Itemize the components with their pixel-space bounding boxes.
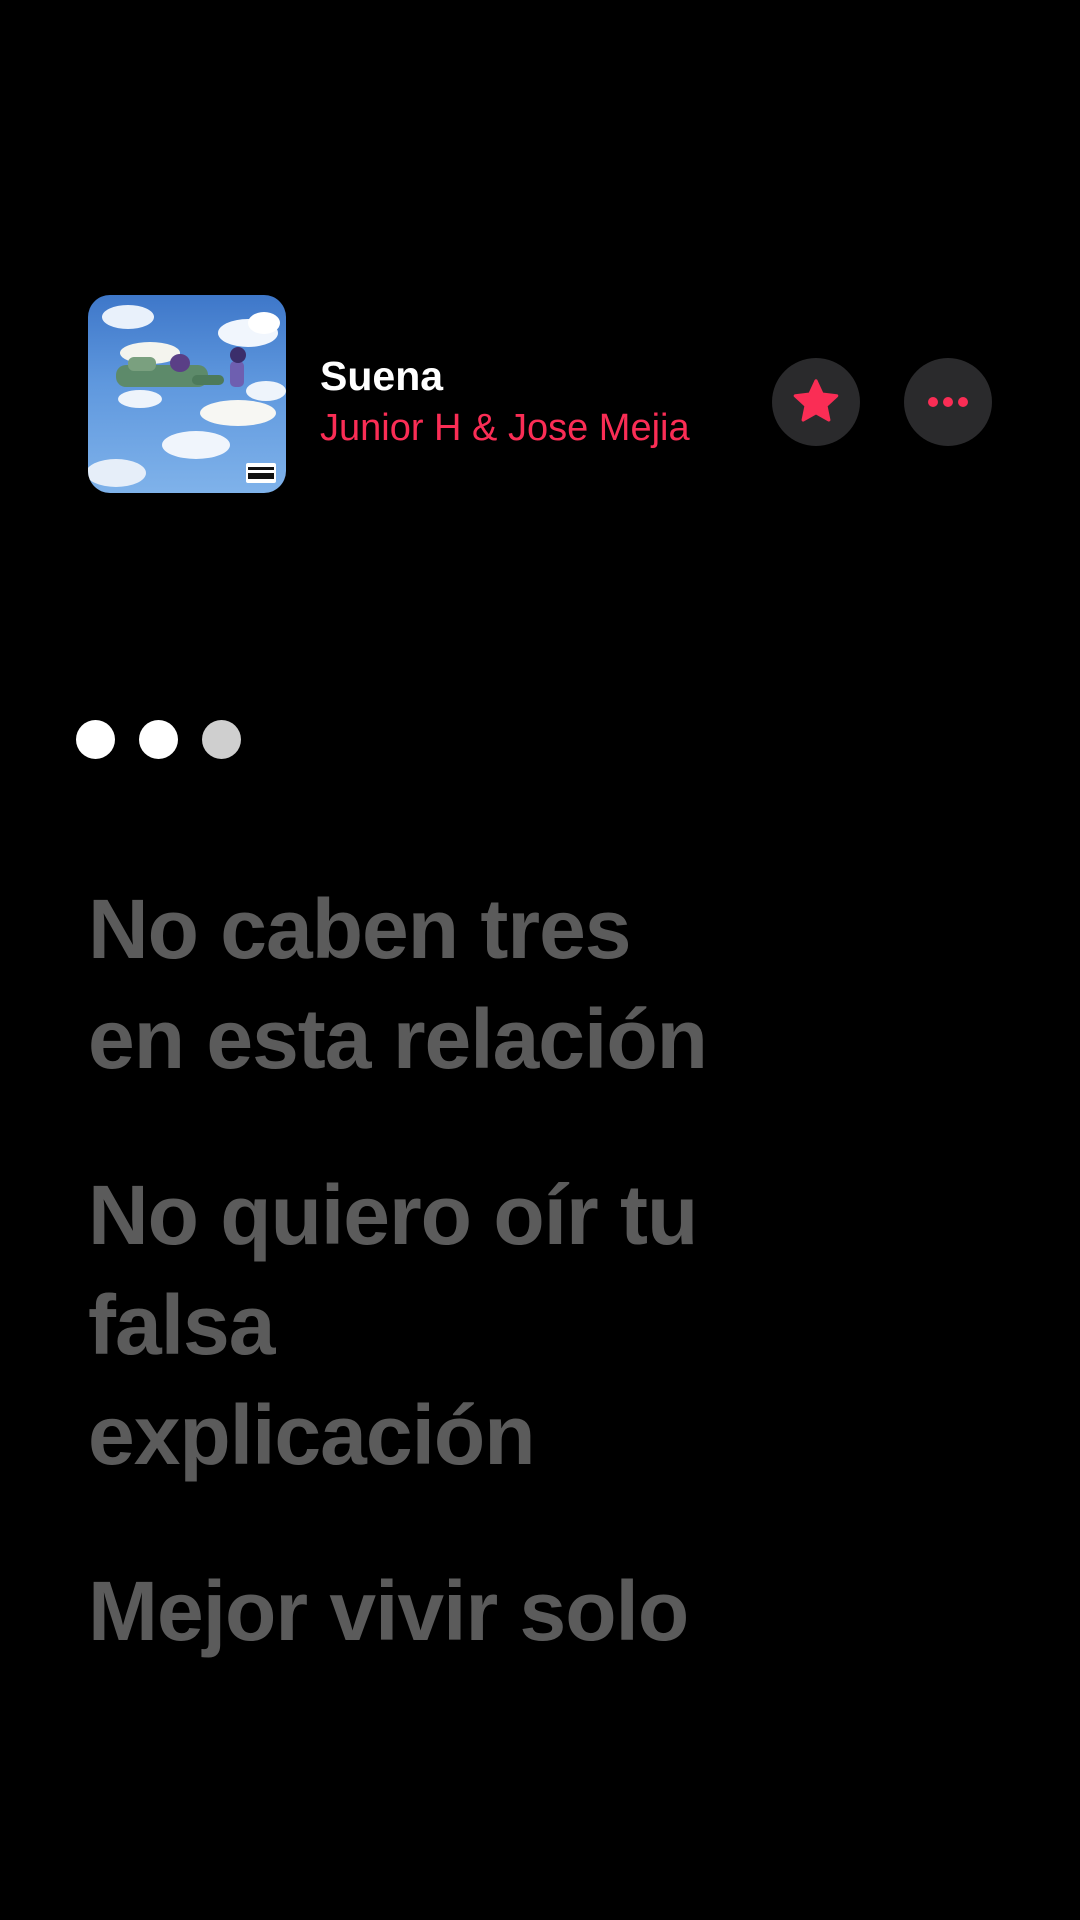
- album-artwork-image: [88, 305, 286, 487]
- star-icon: [793, 379, 839, 422]
- lyric-text: No caben tres: [88, 882, 632, 976]
- interlude-dot: [202, 720, 241, 759]
- track-info[interactable]: Suena Junior H & Jose Mejia: [320, 353, 760, 453]
- interlude-dot: [76, 720, 115, 759]
- lyric-text: en esta relación: [88, 992, 708, 1086]
- lyric-text: No quiero oír tu: [88, 1168, 698, 1262]
- lyric-text: explicación: [88, 1388, 536, 1482]
- favorite-button[interactable]: [772, 358, 860, 446]
- lyrics-view[interactable]: No caben tres en esta relación No quiero…: [88, 874, 988, 1732]
- interlude-dot: [139, 720, 178, 759]
- lyric-line[interactable]: No quiero oír tu falsa explicación: [88, 1160, 988, 1490]
- album-artwork[interactable]: [88, 295, 286, 493]
- more-options-button[interactable]: [904, 358, 992, 446]
- lyric-text: falsa: [88, 1278, 275, 1372]
- lyrics-interlude-indicator: [76, 720, 241, 759]
- track-artist[interactable]: Junior H & Jose Mejia: [320, 403, 760, 453]
- now-playing-header: Suena Junior H & Jose Mejia: [88, 295, 1000, 493]
- lyric-line[interactable]: No caben tres en esta relación: [88, 874, 988, 1094]
- lyric-line[interactable]: Mejor vivir solo: [88, 1556, 988, 1666]
- lyric-text: Mejor vivir solo: [88, 1564, 689, 1658]
- track-title: Suena: [320, 353, 444, 399]
- ellipsis-icon: [928, 397, 968, 407]
